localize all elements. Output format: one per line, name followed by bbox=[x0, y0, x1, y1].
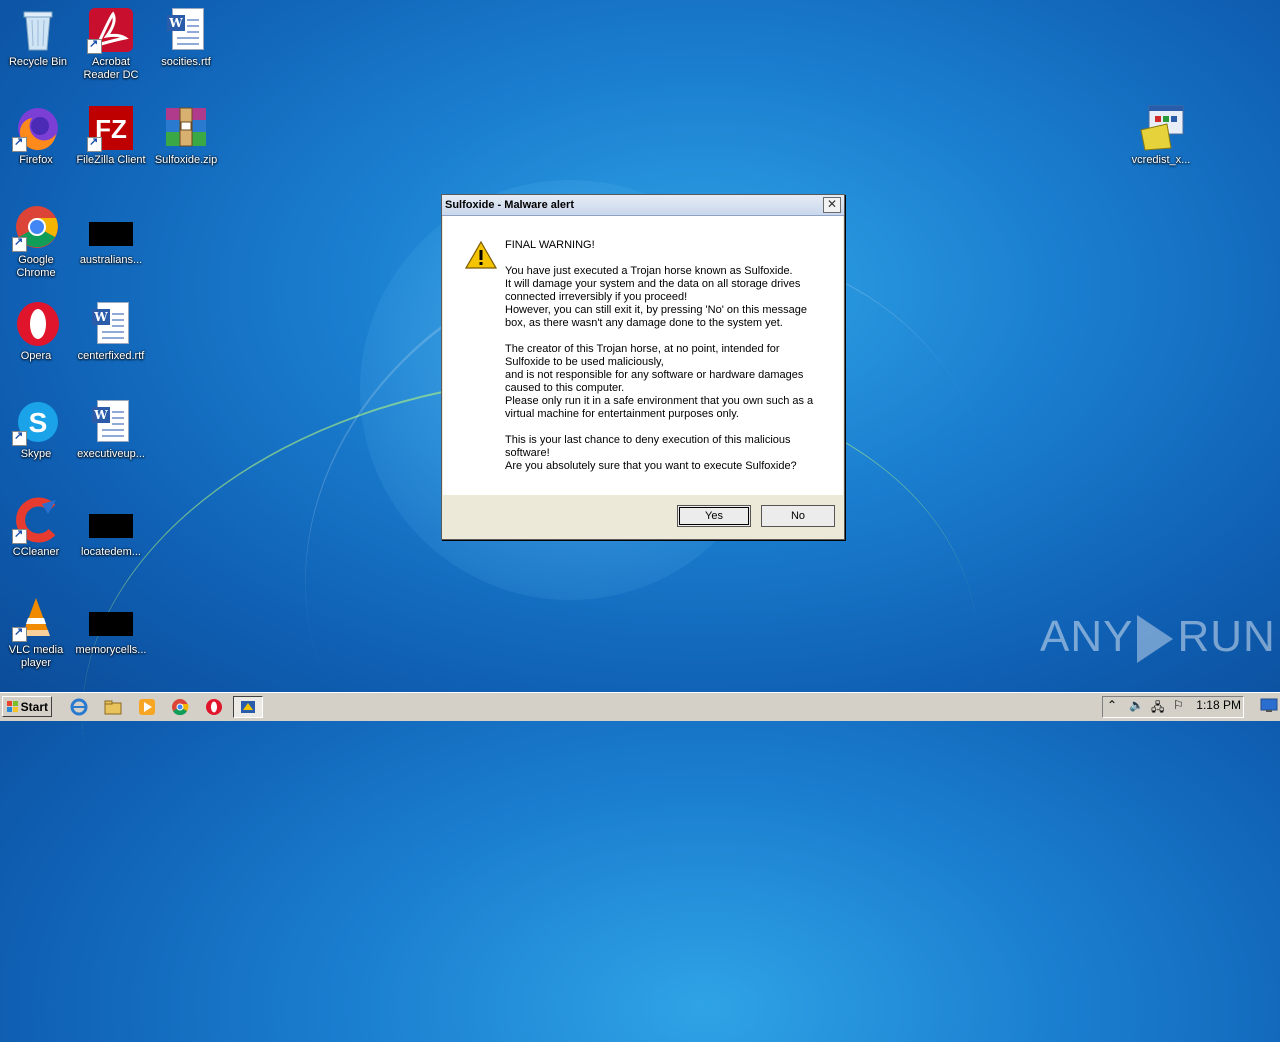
word-document-icon: W bbox=[162, 6, 210, 54]
file-icon bbox=[87, 594, 135, 642]
desktop-icon-sulfoxide-zip[interactable]: Sulfoxide.zip bbox=[148, 104, 224, 167]
no-button[interactable]: No bbox=[761, 505, 835, 527]
desktop-icon-australians[interactable]: australians... bbox=[73, 204, 149, 267]
watermark-right: RUN bbox=[1177, 612, 1276, 661]
desktop-icon-firefox[interactable]: Firefox bbox=[0, 104, 74, 167]
desktop-icon-label: Opera bbox=[20, 350, 52, 362]
desktop-icon-centerfixed[interactable]: W centerfixed.rtf bbox=[73, 300, 149, 363]
desktop-icon-label: Skype bbox=[20, 448, 52, 460]
dialog-message: FINAL WARNING! You have just executed a … bbox=[505, 239, 825, 473]
shortcut-arrow-icon bbox=[12, 527, 27, 544]
desktop-icon-label: socities.rtf bbox=[161, 56, 211, 68]
yes-button[interactable]: Yes bbox=[677, 505, 751, 527]
file-icon bbox=[87, 204, 135, 252]
dialog-body: FINAL WARNING! You have just executed a … bbox=[443, 216, 843, 495]
malware-alert-dialog: Sulfoxide - Malware alert ✕ FINAL WARNIN… bbox=[441, 194, 845, 540]
vlc-icon bbox=[12, 594, 60, 642]
play-icon bbox=[1137, 615, 1174, 664]
desktop-icon-filezilla[interactable]: FZ FileZilla Client bbox=[73, 104, 149, 167]
desktop-icon-google-chrome[interactable]: Google Chrome bbox=[0, 204, 74, 280]
network-icon[interactable]: 🖧 bbox=[1151, 698, 1164, 719]
shortcut-arrow-icon bbox=[12, 429, 27, 446]
close-button[interactable]: ✕ bbox=[823, 197, 841, 213]
clock[interactable]: 1:18 PM bbox=[1196, 698, 1241, 712]
volume-icon[interactable]: 🔈 bbox=[1129, 698, 1144, 712]
chrome-icon bbox=[12, 204, 60, 252]
desktop-icon-label: vcredist_x... bbox=[1131, 154, 1191, 166]
shortcut-arrow-icon bbox=[87, 135, 102, 152]
chrome-icon[interactable] bbox=[169, 697, 191, 717]
svg-text:S: S bbox=[29, 407, 48, 438]
desktop-icon-label: CCleaner bbox=[12, 546, 60, 558]
explorer-icon[interactable] bbox=[102, 697, 124, 717]
desktop-icon-label: memorycells... bbox=[75, 644, 147, 656]
shortcut-arrow-icon bbox=[12, 135, 27, 152]
firefox-icon bbox=[12, 104, 60, 152]
shortcut-arrow-icon bbox=[87, 37, 102, 54]
desktop-icon-acrobat[interactable]: Acrobat Reader DC bbox=[73, 6, 149, 82]
desktop-icon-opera[interactable]: Opera bbox=[0, 300, 74, 363]
recycle-bin-icon bbox=[14, 6, 62, 54]
windows-logo-icon bbox=[7, 701, 18, 712]
desktop-icon-vcredist[interactable]: vcredist_x... bbox=[1123, 104, 1199, 167]
taskbar: Start ⌃ 🔈 🖧 ⚐ 1:18 PM bbox=[0, 692, 1280, 721]
ccleaner-icon bbox=[12, 496, 60, 544]
desktop-icon-label: Recycle Bin bbox=[8, 56, 68, 68]
message-paragraph: You have just executed a Trojan horse kn… bbox=[505, 265, 807, 329]
warning-icon bbox=[464, 240, 498, 273]
system-tray: ⌃ 🔈 🖧 ⚐ 1:18 PM bbox=[1102, 696, 1244, 718]
internet-explorer-icon[interactable] bbox=[68, 697, 90, 717]
opera-icon[interactable] bbox=[203, 697, 225, 717]
desktop-icon-vlc[interactable]: VLC media player bbox=[0, 594, 74, 670]
desktop-icon-memorycells[interactable]: memorycells... bbox=[73, 594, 149, 657]
skype-icon: S bbox=[12, 398, 60, 446]
start-label: Start bbox=[20, 700, 48, 714]
desktop-icon-label: Sulfoxide.zip bbox=[154, 154, 218, 166]
desktop-icon-label: Google Chrome bbox=[16, 254, 56, 279]
shortcut-arrow-icon bbox=[12, 625, 27, 642]
show-hidden-icons-icon[interactable]: ⌃ bbox=[1107, 698, 1117, 712]
filezilla-icon: FZ bbox=[87, 104, 135, 152]
desktop-icon-label: FileZilla Client bbox=[76, 154, 146, 166]
action-center-icon[interactable]: ⚐ bbox=[1173, 698, 1184, 712]
acrobat-icon bbox=[87, 6, 135, 54]
start-button[interactable]: Start bbox=[2, 696, 52, 717]
desktop-icon-label: executiveup... bbox=[77, 448, 145, 460]
anyrun-watermark: ANY RUN bbox=[1040, 612, 1276, 664]
opera-icon bbox=[12, 300, 60, 348]
word-document-icon: W bbox=[87, 398, 135, 446]
installer-icon bbox=[1137, 104, 1185, 152]
watermark-left: ANY bbox=[1040, 612, 1134, 661]
desktop-icon-socities[interactable]: W socities.rtf bbox=[148, 6, 224, 69]
word-document-icon: W bbox=[87, 300, 135, 348]
desktop-icon-ccleaner[interactable]: CCleaner bbox=[0, 496, 74, 559]
sulfoxide-task-icon[interactable] bbox=[233, 696, 263, 718]
desktop-icon-locatedem[interactable]: locatedem... bbox=[73, 496, 149, 559]
dialog-title: Sulfoxide - Malware alert bbox=[445, 199, 574, 211]
message-paragraph: The creator of this Trojan horse, at no … bbox=[505, 343, 814, 420]
desktop-icon-recycle-bin[interactable]: Recycle Bin bbox=[0, 6, 76, 69]
shortcut-arrow-icon bbox=[12, 235, 27, 252]
desktop-icon-skype[interactable]: S Skype bbox=[0, 398, 74, 461]
desktop-icon-label: Acrobat Reader DC bbox=[83, 56, 139, 81]
desktop-icon-label: centerfixed.rtf bbox=[77, 350, 145, 362]
desktop-icon-label: locatedem... bbox=[81, 546, 141, 558]
desktop-icon-executiveup[interactable]: W executiveup... bbox=[73, 398, 149, 461]
show-desktop-icon[interactable] bbox=[1260, 697, 1278, 716]
dialog-titlebar[interactable]: Sulfoxide - Malware alert ✕ bbox=[442, 195, 844, 216]
file-icon bbox=[87, 496, 135, 544]
winrar-archive-icon bbox=[162, 104, 210, 152]
desktop-icon-label: VLC media player bbox=[8, 644, 64, 669]
desktop-icon-label: australians... bbox=[79, 254, 143, 266]
media-player-icon[interactable] bbox=[136, 697, 158, 717]
message-paragraph: FINAL WARNING! bbox=[505, 239, 595, 251]
desktop-icon-label: Firefox bbox=[19, 154, 53, 166]
message-paragraph: This is your last chance to deny executi… bbox=[505, 434, 797, 472]
